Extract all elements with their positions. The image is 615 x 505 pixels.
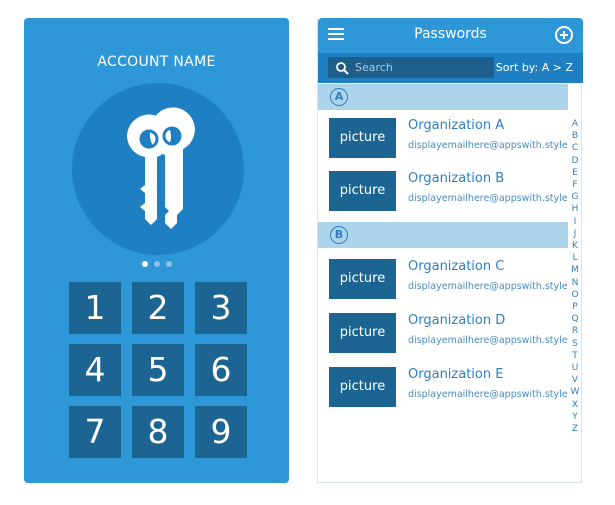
index-letter-p[interactable]: P: [569, 301, 581, 313]
index-letter-t[interactable]: T: [569, 350, 581, 362]
keypad-key-4[interactable]: 4: [69, 344, 121, 396]
alphabet-index: ABCDEFGHIJKLMNOPQRSTUVWXYZ: [569, 118, 581, 435]
section-letter: B: [330, 226, 348, 244]
index-letter-q[interactable]: Q: [569, 313, 581, 325]
page-dot-2[interactable]: [153, 261, 160, 267]
item-picture: picture: [329, 259, 396, 299]
index-letter-j[interactable]: J: [569, 228, 581, 240]
page-dot-3[interactable]: [165, 261, 172, 267]
section-header-b: B: [318, 222, 568, 248]
index-letter-k[interactable]: K: [569, 240, 581, 252]
sort-selector[interactable]: Sort by: A > Z: [496, 61, 573, 74]
item-name: Organization A: [408, 118, 505, 133]
index-letter-e[interactable]: E: [569, 167, 581, 179]
account-name: ACCOUNT NAME: [97, 54, 216, 70]
item-email: displayemailhere@appswith.style: [408, 281, 568, 292]
add-circle-icon[interactable]: [555, 26, 573, 44]
index-letter-n[interactable]: N: [569, 277, 581, 289]
lock-screen: ACCOUNT NAME 1 2 3 4 5 6 7 8 9: [24, 18, 289, 483]
index-letter-s[interactable]: S: [569, 338, 581, 350]
keypad-key-3[interactable]: 3: [195, 282, 247, 334]
index-letter-f[interactable]: F: [569, 179, 581, 191]
page-indicator: [24, 261, 289, 267]
index-letter-a[interactable]: A: [569, 118, 581, 130]
search-icon: [336, 62, 349, 75]
search-box[interactable]: [328, 57, 494, 78]
list-item[interactable]: picture Organization E displayemailhere@…: [318, 367, 568, 415]
page-dot-1[interactable]: [141, 261, 148, 267]
item-name: Organization D: [408, 313, 506, 328]
index-letter-l[interactable]: L: [569, 252, 581, 264]
list-item[interactable]: picture Organization A displayemailhere@…: [318, 118, 568, 166]
item-picture: picture: [329, 118, 396, 158]
item-name: Organization E: [408, 367, 504, 382]
index-letter-g[interactable]: G: [569, 191, 581, 203]
keypad-key-1[interactable]: 1: [69, 282, 121, 334]
keypad-key-8[interactable]: 8: [132, 406, 184, 458]
index-letter-r[interactable]: R: [569, 325, 581, 337]
index-letter-b[interactable]: B: [569, 130, 581, 142]
item-picture: picture: [329, 313, 396, 353]
item-name: Organization B: [408, 171, 505, 186]
list-item[interactable]: picture Organization B displayemailhere@…: [318, 171, 568, 219]
index-letter-v[interactable]: V: [569, 374, 581, 386]
keypad-key-5[interactable]: 5: [132, 344, 184, 396]
index-letter-x[interactable]: X: [569, 399, 581, 411]
item-picture: picture: [329, 367, 396, 407]
index-letter-i[interactable]: I: [569, 216, 581, 228]
index-letter-w[interactable]: W: [569, 386, 581, 398]
search-bar: Sort by: A > Z: [318, 53, 583, 83]
item-email: displayemailhere@appswith.style: [408, 140, 568, 151]
lock-avatar: [72, 83, 244, 255]
app-bar: Passwords: [318, 18, 583, 53]
keypad-key-6[interactable]: 6: [195, 344, 247, 396]
item-email: displayemailhere@appswith.style: [408, 335, 568, 346]
list-item[interactable]: picture Organization C displayemailhere@…: [318, 259, 568, 307]
index-letter-o[interactable]: O: [569, 289, 581, 301]
index-letter-h[interactable]: H: [569, 203, 581, 215]
section-letter: A: [330, 88, 348, 106]
index-letter-y[interactable]: Y: [569, 411, 581, 423]
keypad-key-9[interactable]: 9: [195, 406, 247, 458]
search-input[interactable]: [355, 59, 485, 76]
item-picture: picture: [329, 171, 396, 211]
item-email: displayemailhere@appswith.style: [408, 389, 568, 400]
index-letter-c[interactable]: C: [569, 142, 581, 154]
section-header-a: A: [318, 84, 568, 110]
keys-icon: [126, 107, 195, 229]
item-email: displayemailhere@appswith.style: [408, 193, 568, 204]
item-name: Organization C: [408, 259, 505, 274]
list-item[interactable]: picture Organization D displayemailhere@…: [318, 313, 568, 361]
index-letter-z[interactable]: Z: [569, 423, 581, 435]
keypad-key-2[interactable]: 2: [132, 282, 184, 334]
passwords-screen: Passwords Sort by: A > Z A picture Organ…: [317, 18, 583, 483]
index-letter-u[interactable]: U: [569, 362, 581, 374]
index-letter-d[interactable]: D: [569, 155, 581, 167]
index-letter-m[interactable]: M: [569, 264, 581, 276]
page-title: Passwords: [414, 26, 487, 42]
keypad-key-7[interactable]: 7: [69, 406, 121, 458]
